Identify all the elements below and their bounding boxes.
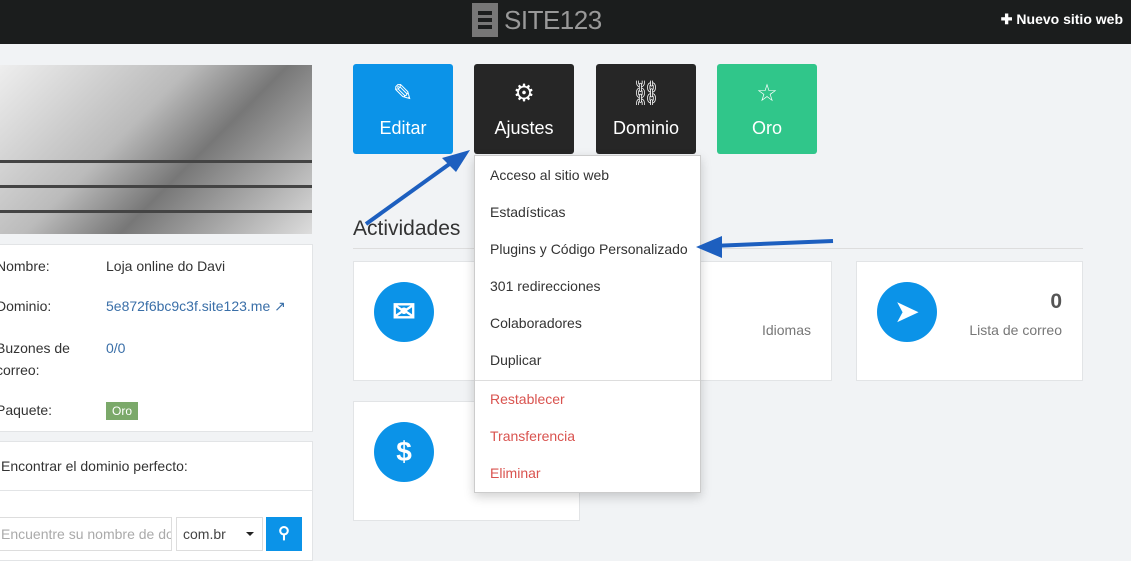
settings-button[interactable]: ⚙ Ajustes: [474, 64, 574, 154]
domain-button[interactable]: ⛓ Dominio: [596, 64, 696, 154]
tld-select[interactable]: com.br: [176, 517, 263, 551]
domain-label-btn: Dominio: [612, 118, 680, 138]
package-badge: Oro: [106, 402, 139, 420]
mailing-list-card[interactable]: ➤ 0 Lista de correo: [856, 261, 1083, 381]
arrow-to-plugins: [711, 239, 834, 248]
caret-down-icon: [246, 532, 254, 540]
menu-item-collaborators[interactable]: Colaboradores: [490, 315, 582, 331]
activities-heading: Actividades: [353, 217, 461, 240]
domain-label: Dominio:: [0, 298, 52, 314]
edit-label: Editar: [379, 118, 427, 138]
mailboxes-label: Buzones de correo:: [0, 340, 70, 378]
package-label: Paquete:: [0, 402, 53, 418]
languages-label: Idiomas: [761, 322, 811, 338]
tld-value: com.br: [183, 526, 226, 542]
site-preview-image[interactable]: [0, 65, 312, 234]
menu-item-site-access[interactable]: Acceso al sitio web: [490, 167, 609, 183]
gear-icon: ⚙: [513, 80, 535, 107]
domain-search-title: Encontrar el dominio perfecto:: [1, 458, 188, 474]
external-link-icon: ↗: [274, 298, 286, 314]
gold-button[interactable]: ☆ Oro: [717, 64, 817, 154]
edit-button[interactable]: ✎ Editar: [353, 64, 453, 154]
new-site-button[interactable]: ✚ Nuevo sitio web: [1001, 11, 1123, 28]
site123-logo[interactable]: SITE123: [472, 3, 602, 37]
envelope-icon: ✉: [374, 282, 434, 342]
settings-label: Ajustes: [494, 118, 554, 138]
mailing-list-count: 0: [1050, 290, 1062, 313]
domain-link[interactable]: 5e872f6bc9c3f.site123.me ↗: [106, 295, 286, 317]
site-info-panel: Nombre: Loja online do Davi Dominio: 5e872…: [0, 244, 313, 432]
plus-icon: ✚: [1000, 11, 1017, 27]
menu-item-transfer[interactable]: Transferencia: [490, 428, 575, 444]
site-name: Loja online do Davi: [106, 258, 226, 274]
mailing-list-label: Lista de correo: [969, 322, 1062, 338]
domain-search-panel: Encontrar el dominio perfecto: Encuentre…: [0, 441, 313, 561]
domain-search-input[interactable]: Encuentre su nombre de dominio: [0, 517, 172, 551]
search-icon: ⚲: [278, 525, 290, 542]
arrow-to-settings: [364, 158, 457, 226]
menu-item-statistics[interactable]: Estadísticas: [490, 204, 565, 220]
mailboxes-value[interactable]: 0/0: [106, 337, 125, 359]
top-bar: SITE123 ✚ Nuevo sitio web: [0, 0, 1131, 44]
menu-item-reset[interactable]: Restablecer: [490, 391, 565, 407]
settings-dropdown-menu: Acceso al sitio web Estadísticas Plugins…: [474, 155, 701, 493]
menu-item-delete[interactable]: Eliminar: [490, 465, 541, 481]
menu-item-redirects[interactable]: 301 redirecciones: [490, 278, 601, 294]
menu-item-plugins[interactable]: Plugins y Código Personalizado: [490, 241, 688, 257]
new-site-label: Nuevo sitio web: [1016, 11, 1123, 27]
link-icon: ⛓: [630, 80, 662, 107]
gold-label: Oro: [751, 118, 782, 138]
name-label: Nombre:: [0, 258, 50, 274]
star-icon: ☆: [756, 80, 778, 107]
edit-icon: ✎: [392, 80, 414, 107]
paper-plane-icon: ➤: [877, 282, 937, 342]
logo-text: SITE123: [504, 4, 602, 35]
domain-text: 5e872f6bc9c3f.site123.me: [106, 298, 271, 314]
logo-icon: [472, 3, 498, 37]
domain-search-button[interactable]: ⚲: [266, 517, 302, 551]
menu-item-duplicate[interactable]: Duplicar: [490, 352, 541, 368]
dollar-icon: $: [374, 422, 434, 482]
